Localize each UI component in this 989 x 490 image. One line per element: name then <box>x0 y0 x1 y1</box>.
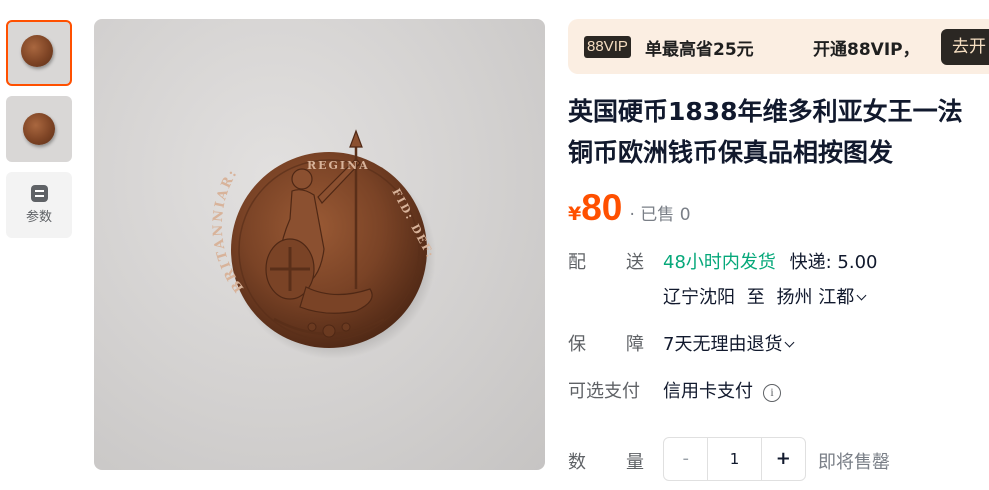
guarantee-text: 7天无理由退货 <box>663 334 783 355</box>
quantity-label: 数 量 <box>568 448 644 474</box>
params-button[interactable]: 参数 <box>6 172 72 238</box>
price-value: 80 <box>581 187 623 228</box>
chevron-down-icon <box>856 290 867 301</box>
delivery-values: 48小时内发货 快递: 5.00 <box>663 248 878 274</box>
chevron-down-icon <box>785 337 795 348</box>
dispatch-time: 48小时内发货 <box>663 252 776 273</box>
sold-count: · 已售 0 <box>629 205 691 225</box>
payment-method: 信用卡支付 <box>663 381 753 402</box>
guarantee-label-a: 保 <box>568 334 586 355</box>
params-label: 参数 <box>25 210 52 225</box>
payment-label: 可选支付 <box>568 381 640 402</box>
thumbnail-coin-front[interactable] <box>6 20 72 86</box>
ship-to: 扬州 江都 <box>776 287 855 308</box>
decrease-button[interactable]: - <box>664 438 707 480</box>
product-title-line1: 英国硬币1838年维多利亚女王一法 <box>568 97 963 126</box>
currency-symbol: ¥ <box>568 203 582 225</box>
vip-open-button[interactable]: 去开 <box>941 29 989 65</box>
main-product-image[interactable]: BRITANNIAR: REGINA FID: DEF: <box>94 19 545 470</box>
product-title: 英国硬币1838年维多利亚女王一法 铜币欧洲钱币保真品相按图发 <box>568 91 989 173</box>
ship-from: 辽宁沈阳 <box>663 287 735 308</box>
delivery-label-b: 送 <box>626 252 644 273</box>
coin-body <box>231 152 427 348</box>
coin-illustration: BRITANNIAR: REGINA FID: DEF: <box>211 129 437 359</box>
guarantee-label-b: 障 <box>626 334 644 355</box>
quantity-stepper[interactable]: - 1 + <box>663 437 806 481</box>
vip-promo-text: 单最高省25元 <box>645 40 754 60</box>
delivery-label: 配 送 <box>568 248 644 274</box>
thumbnail-list: 参数 <box>6 20 72 238</box>
quantity-label-b: 量 <box>626 452 644 473</box>
stock-status: 即将售罄 <box>818 452 890 473</box>
price-row: ¥80 · 已售 0 <box>568 187 691 231</box>
vip-promo-banner[interactable]: 88VIP 单最高省25元 开通88VIP， 去开 <box>568 19 989 74</box>
coin-legend-top: REGINA <box>307 159 370 172</box>
guarantee-label: 保 障 <box>568 330 644 356</box>
vip-open-text: 开通88VIP， <box>813 40 920 60</box>
params-icon <box>30 185 48 202</box>
info-icon[interactable]: i <box>763 384 781 402</box>
thumbnail-coin-back[interactable] <box>6 96 72 162</box>
guarantee-value[interactable]: 7天无理由退货 <box>663 330 795 356</box>
quantity-input[interactable]: 1 <box>707 438 762 480</box>
increase-button[interactable]: + <box>762 438 805 480</box>
vip-badge: 88VIP <box>584 36 631 58</box>
delivery-label-a: 配 <box>568 252 586 273</box>
quantity-label-a: 数 <box>568 452 586 473</box>
coin-image <box>21 35 53 67</box>
coin-image <box>23 113 55 145</box>
shipping-fee: 快递: 5.00 <box>789 252 878 273</box>
delivery-route[interactable]: 辽宁沈阳 至 扬州 江都 <box>663 283 867 309</box>
route-to-word: 至 <box>746 287 765 308</box>
product-title-line2: 铜币欧洲钱币保真品相按图发 <box>568 138 894 167</box>
payment-value: 信用卡支付 i <box>663 377 781 403</box>
